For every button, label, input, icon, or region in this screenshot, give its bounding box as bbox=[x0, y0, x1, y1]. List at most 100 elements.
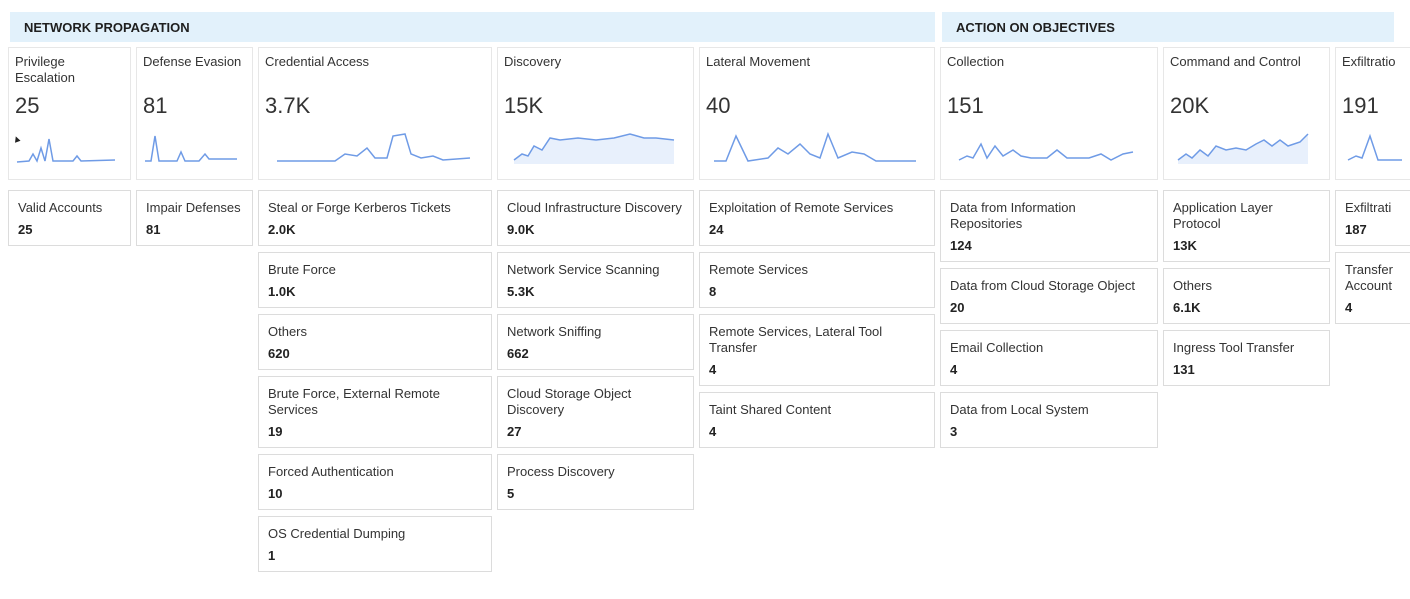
technique-count: 8 bbox=[709, 284, 717, 299]
technique-card[interactable]: Cloud Infrastructure Discovery 9.0K bbox=[497, 190, 694, 246]
technique-name: Email Collection bbox=[950, 340, 1044, 355]
technique-card[interactable]: Others 6.1K bbox=[1163, 268, 1330, 324]
sparkline-chart bbox=[1347, 133, 1402, 161]
technique-count: 1 bbox=[268, 548, 276, 563]
sparkline-chart bbox=[958, 142, 1134, 161]
technique-card[interactable]: Exfiltrati 187 bbox=[1335, 190, 1410, 246]
technique-count: 131 bbox=[1173, 362, 1195, 377]
technique-card[interactable]: Application Layer Protocol 13K bbox=[1163, 190, 1330, 262]
tactic-name: Lateral Movement bbox=[706, 54, 811, 69]
technique-name: Others bbox=[268, 324, 308, 339]
technique-card[interactable]: Data from Information Repositories 124 bbox=[940, 190, 1158, 262]
technique-name: Exfiltrati bbox=[1345, 200, 1392, 215]
technique-count: 10 bbox=[268, 486, 283, 501]
sparkline-chart bbox=[145, 135, 237, 162]
tactic-card-credential-access[interactable]: Credential Access 3.7K bbox=[258, 47, 492, 180]
phase-label: NETWORK PROPAGATION bbox=[24, 19, 190, 35]
sparkline-chart bbox=[513, 133, 675, 164]
phase-network-propagation: NETWORK PROPAGATION bbox=[10, 12, 935, 42]
tactic-column-defense-evasion: Defense Evasion 81 Impair Defenses 81 bbox=[136, 47, 253, 246]
technique-card[interactable]: Brute Force, External Remote Services 19 bbox=[258, 376, 492, 448]
tactic-name: Exfiltratio bbox=[1342, 54, 1396, 69]
technique-name: Impair Defenses bbox=[146, 200, 241, 215]
tactic-count: 20K bbox=[1170, 93, 1210, 118]
tactic-column-exfiltration: Exfiltratio 191 Exfiltrati 187 Transfer … bbox=[1335, 47, 1410, 324]
technique-count: 4 bbox=[1345, 300, 1353, 315]
sparkline-chart bbox=[714, 131, 916, 162]
technique-name: Data from Information Repositories bbox=[950, 200, 1076, 231]
technique-count: 2.0K bbox=[268, 222, 296, 237]
technique-count: 5 bbox=[507, 486, 515, 501]
tactic-count: 15K bbox=[504, 93, 544, 118]
technique-name: Brute Force bbox=[268, 262, 336, 277]
technique-count: 9.0K bbox=[507, 222, 535, 237]
sparkline-chart bbox=[1177, 133, 1309, 164]
technique-card[interactable]: Network Sniffing 662 bbox=[497, 314, 694, 370]
tactic-name: Defense Evasion bbox=[143, 54, 242, 69]
technique-card[interactable]: Forced Authentication 10 bbox=[258, 454, 492, 510]
technique-count: 620 bbox=[268, 346, 290, 361]
technique-card[interactable]: Network Service Scanning 5.3K bbox=[497, 252, 694, 308]
tactic-column-collection: Collection 151 Data from Information Rep… bbox=[940, 47, 1158, 448]
technique-count: 124 bbox=[950, 238, 972, 253]
tactic-name: Privilege Escalation bbox=[15, 54, 75, 85]
tactic-card-command-and-control[interactable]: Command and Control 20K bbox=[1163, 47, 1330, 180]
tactic-count: 81 bbox=[143, 93, 168, 118]
technique-card[interactable]: Remote Services, Lateral Tool Transfer 4 bbox=[699, 314, 935, 386]
tactic-card-discovery[interactable]: Discovery 15K bbox=[497, 47, 694, 180]
sparkline-chart bbox=[277, 133, 471, 162]
technique-card[interactable]: Remote Services 8 bbox=[699, 252, 935, 308]
technique-count: 187 bbox=[1345, 222, 1367, 237]
technique-name: Network Service Scanning bbox=[507, 262, 660, 277]
tactic-card-exfiltration[interactable]: Exfiltratio 191 bbox=[1335, 47, 1410, 180]
tactic-column-lateral-movement: Lateral Movement 40 Exploitation of Remo… bbox=[699, 47, 935, 448]
technique-count: 3 bbox=[950, 424, 958, 439]
tactic-card-lateral-movement[interactable]: Lateral Movement 40 bbox=[699, 47, 935, 180]
tactic-card-defense-evasion[interactable]: Defense Evasion 81 bbox=[136, 47, 253, 180]
tactic-name: Credential Access bbox=[265, 54, 370, 69]
tactic-count: 151 bbox=[947, 93, 984, 118]
technique-card[interactable]: Exploitation of Remote Services 24 bbox=[699, 190, 935, 246]
technique-card[interactable]: Cloud Storage Object Discovery 27 bbox=[497, 376, 694, 448]
technique-card[interactable]: Email Collection 4 bbox=[940, 330, 1158, 386]
technique-count: 20 bbox=[950, 300, 965, 315]
tactic-column-discovery: Discovery 15K Cloud Infrastructure Disco… bbox=[497, 47, 694, 510]
tactic-name: Collection bbox=[947, 54, 1005, 69]
tactic-card-privilege-escalation[interactable]: Privilege Escalation 25 bbox=[8, 47, 131, 180]
tactic-count: 40 bbox=[706, 93, 731, 118]
technique-card[interactable]: Valid Accounts 25 bbox=[8, 190, 131, 246]
technique-name: Ingress Tool Transfer bbox=[1173, 340, 1295, 355]
technique-card[interactable]: Transfer Account 4 bbox=[1335, 252, 1410, 324]
tactic-count: 25 bbox=[15, 93, 40, 118]
technique-card[interactable]: Others 620 bbox=[258, 314, 492, 370]
technique-list: Cloud Infrastructure Discovery 9.0K Netw… bbox=[497, 190, 694, 510]
tactic-count: 3.7K bbox=[265, 93, 311, 118]
technique-list: Steal or Forge Kerberos Tickets 2.0K Bru… bbox=[258, 190, 492, 572]
technique-card[interactable]: OS Credential Dumping 1 bbox=[258, 516, 492, 572]
technique-name: Steal or Forge Kerberos Tickets bbox=[268, 200, 451, 215]
tactic-count: 191 bbox=[1342, 93, 1379, 118]
tactic-name: Command and Control bbox=[1170, 54, 1301, 69]
tactic-card-collection[interactable]: Collection 151 bbox=[940, 47, 1158, 180]
technique-name: Transfer Account bbox=[1345, 262, 1393, 293]
technique-name: OS Credential Dumping bbox=[268, 526, 406, 541]
technique-count: 4 bbox=[950, 362, 958, 377]
technique-name: Cloud Storage Object Discovery bbox=[507, 386, 632, 417]
technique-count: 5.3K bbox=[507, 284, 535, 299]
tactic-column-command-and-control: Command and Control 20K Application Laye… bbox=[1163, 47, 1330, 386]
technique-name: Remote Services, Lateral Tool Transfer bbox=[709, 324, 883, 355]
technique-card[interactable]: Data from Local System 3 bbox=[940, 392, 1158, 448]
technique-list: Impair Defenses 81 bbox=[136, 190, 253, 246]
technique-card[interactable]: Steal or Forge Kerberos Tickets 2.0K bbox=[258, 190, 492, 246]
technique-name: Forced Authentication bbox=[268, 464, 394, 479]
technique-name: Cloud Infrastructure Discovery bbox=[507, 200, 682, 215]
technique-card[interactable]: Brute Force 1.0K bbox=[258, 252, 492, 308]
technique-card[interactable]: Process Discovery 5 bbox=[497, 454, 694, 510]
technique-name: Data from Local System bbox=[950, 402, 1089, 417]
technique-card[interactable]: Taint Shared Content 4 bbox=[699, 392, 935, 448]
technique-card[interactable]: Data from Cloud Storage Object 20 bbox=[940, 268, 1158, 324]
technique-card[interactable]: Ingress Tool Transfer 131 bbox=[1163, 330, 1330, 386]
technique-list: Exploitation of Remote Services 24 Remot… bbox=[699, 190, 935, 448]
tactic-name: Discovery bbox=[504, 54, 562, 69]
technique-card[interactable]: Impair Defenses 81 bbox=[136, 190, 253, 246]
